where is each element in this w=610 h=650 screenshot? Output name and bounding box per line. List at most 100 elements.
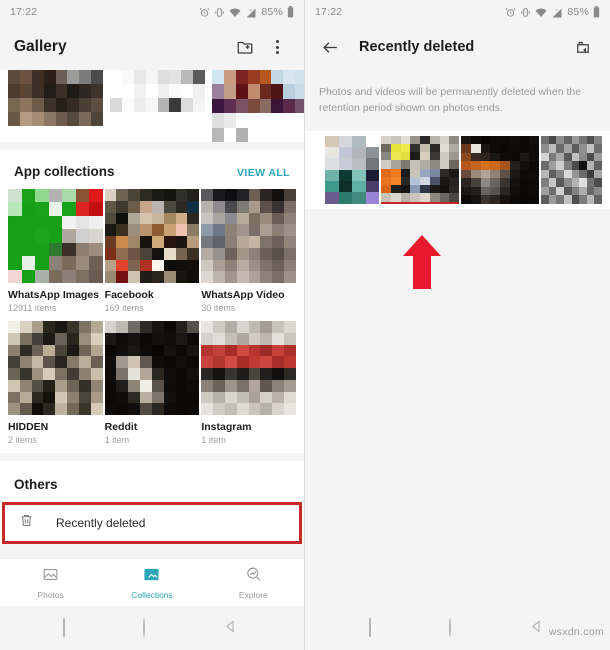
section-heading: App collections xyxy=(14,164,115,179)
collection-tile[interactable]: WhatsApp Video 30 items xyxy=(201,189,296,321)
view-all-button[interactable]: VIEW ALL xyxy=(237,167,290,179)
bottom-navigation-bar: Photos Collections Explore xyxy=(0,558,304,606)
pixelated-photo xyxy=(8,189,103,283)
pixelated-photo xyxy=(212,70,304,142)
collection-tile[interactable]: WhatsApp Images 12911 items xyxy=(8,189,103,321)
svg-text:x: x xyxy=(250,7,252,12)
pixelated-photo xyxy=(381,135,459,202)
pixelated-photo xyxy=(325,135,379,204)
collection-name: Instagram xyxy=(201,421,252,433)
section-divider xyxy=(0,453,304,461)
collection-thumbnail xyxy=(104,189,200,283)
back-triangle-icon[interactable] xyxy=(223,619,241,637)
collection-tile[interactable]: Instagram 1 item xyxy=(201,321,296,453)
section-divider xyxy=(0,142,304,150)
collection-name: Reddit xyxy=(104,421,138,433)
battery-percent-label: 85% xyxy=(261,6,283,18)
battery-icon xyxy=(287,6,294,18)
dual-screenshot-container: 17:22 x 85% Gallery App collections VIEW… xyxy=(0,0,610,650)
collections-icon xyxy=(143,566,160,588)
pixelated-photo xyxy=(541,135,602,204)
page-title: Recently deleted xyxy=(359,39,475,55)
collections-grid-row-1: WhatsApp Images 12911 items Facebook 169… xyxy=(0,189,304,321)
signal-no-service-icon: x xyxy=(552,7,562,17)
nav-tab-collections[interactable]: Collections xyxy=(101,566,202,600)
svg-text:x: x xyxy=(556,7,558,12)
deleted-thumbnail[interactable] xyxy=(541,135,602,204)
collection-count: 1 item xyxy=(201,435,226,445)
empty-trash-icon[interactable] xyxy=(570,34,596,60)
alarm-icon xyxy=(199,7,210,17)
gallery-content: App collections VIEW ALL WhatsApp Images… xyxy=(0,70,304,650)
collection-thumbnail xyxy=(201,189,296,283)
wifi-icon xyxy=(229,8,241,17)
photo-icon xyxy=(42,566,59,588)
collection-count: 2 items xyxy=(8,435,38,445)
recently-deleted-label: Recently deleted xyxy=(56,516,146,530)
collection-thumbnail xyxy=(201,321,296,415)
page-title: Gallery xyxy=(14,38,67,55)
others-section: Others Recently deleted xyxy=(0,461,304,544)
collection-tile[interactable]: Facebook 169 items xyxy=(104,189,200,321)
recents-square-icon[interactable] xyxy=(63,618,81,637)
vibrate-icon xyxy=(521,7,530,17)
create-folder-icon[interactable] xyxy=(232,34,258,60)
collection-tile[interactable]: HIDDEN 2 items xyxy=(8,321,103,453)
battery-icon xyxy=(593,6,600,18)
others-heading: Others xyxy=(14,477,58,492)
back-triangle-icon[interactable] xyxy=(529,619,547,637)
status-bar-right: 17:22 x 85% xyxy=(305,0,610,24)
strip-thumb-2[interactable] xyxy=(110,70,205,112)
collection-count: 12911 items xyxy=(8,303,57,313)
recent-photos-strip xyxy=(0,70,304,142)
recently-deleted-app-bar: Recently deleted xyxy=(305,24,610,70)
battery-percent-label: 85% xyxy=(567,6,589,18)
explore-search-icon xyxy=(245,566,262,588)
collection-thumbnail xyxy=(8,189,103,283)
recently-deleted-content: Photos and videos will be permanently de… xyxy=(305,70,610,650)
retention-notice: Photos and videos will be permanently de… xyxy=(305,70,610,131)
home-circle-icon[interactable] xyxy=(143,618,161,637)
strip-thumb-3[interactable] xyxy=(212,70,304,142)
pixelated-photo xyxy=(461,135,539,204)
status-time: 17:22 xyxy=(315,6,343,18)
pixelated-photo xyxy=(110,70,205,112)
collection-thumbnail xyxy=(104,321,200,415)
collection-name: WhatsApp Images xyxy=(8,289,100,301)
watermark: wsxdn.com xyxy=(548,626,604,638)
collection-count: 1 item xyxy=(104,435,130,445)
signal-no-service-icon: x xyxy=(246,7,256,17)
nav-tab-photos[interactable]: Photos xyxy=(0,566,101,600)
overflow-menu-icon[interactable] xyxy=(264,34,290,60)
home-circle-icon[interactable] xyxy=(448,618,467,637)
left-screen-gallery: 17:22 x 85% Gallery App collections VIEW… xyxy=(0,0,305,650)
deleted-thumbnail[interactable] xyxy=(381,135,459,204)
vibrate-icon xyxy=(215,7,224,17)
wifi-icon xyxy=(535,8,547,17)
status-time: 17:22 xyxy=(10,6,38,18)
nav-tab-explore[interactable]: Explore xyxy=(203,566,304,600)
pixelated-photo xyxy=(201,321,296,415)
pixelated-photo xyxy=(201,189,296,283)
deleted-thumbnail[interactable] xyxy=(325,135,379,204)
trash-icon xyxy=(19,513,34,533)
deleted-thumbnail[interactable] xyxy=(461,135,539,204)
nav-label: Explore xyxy=(238,589,268,600)
status-icon-group: x 85% xyxy=(199,6,294,18)
collection-name: Facebook xyxy=(104,289,154,301)
gallery-app-bar: Gallery xyxy=(0,24,304,70)
pixelated-photo xyxy=(104,189,200,283)
collection-name: WhatsApp Video xyxy=(201,289,285,301)
annotation-arrow-wrapper xyxy=(305,233,610,291)
alarm-icon xyxy=(505,7,516,17)
collection-name: HIDDEN xyxy=(8,421,49,433)
back-arrow-icon[interactable] xyxy=(319,36,341,58)
collection-count: 169 items xyxy=(104,303,144,313)
strip-thumb-1[interactable] xyxy=(8,70,103,126)
nav-label: Collections xyxy=(131,589,173,600)
pixelated-photo xyxy=(8,321,103,415)
collection-tile[interactable]: Reddit 1 item xyxy=(104,321,200,453)
recents-square-icon[interactable] xyxy=(368,618,387,637)
app-collections-header: App collections VIEW ALL xyxy=(0,150,304,189)
recently-deleted-row[interactable]: Recently deleted xyxy=(2,502,302,544)
